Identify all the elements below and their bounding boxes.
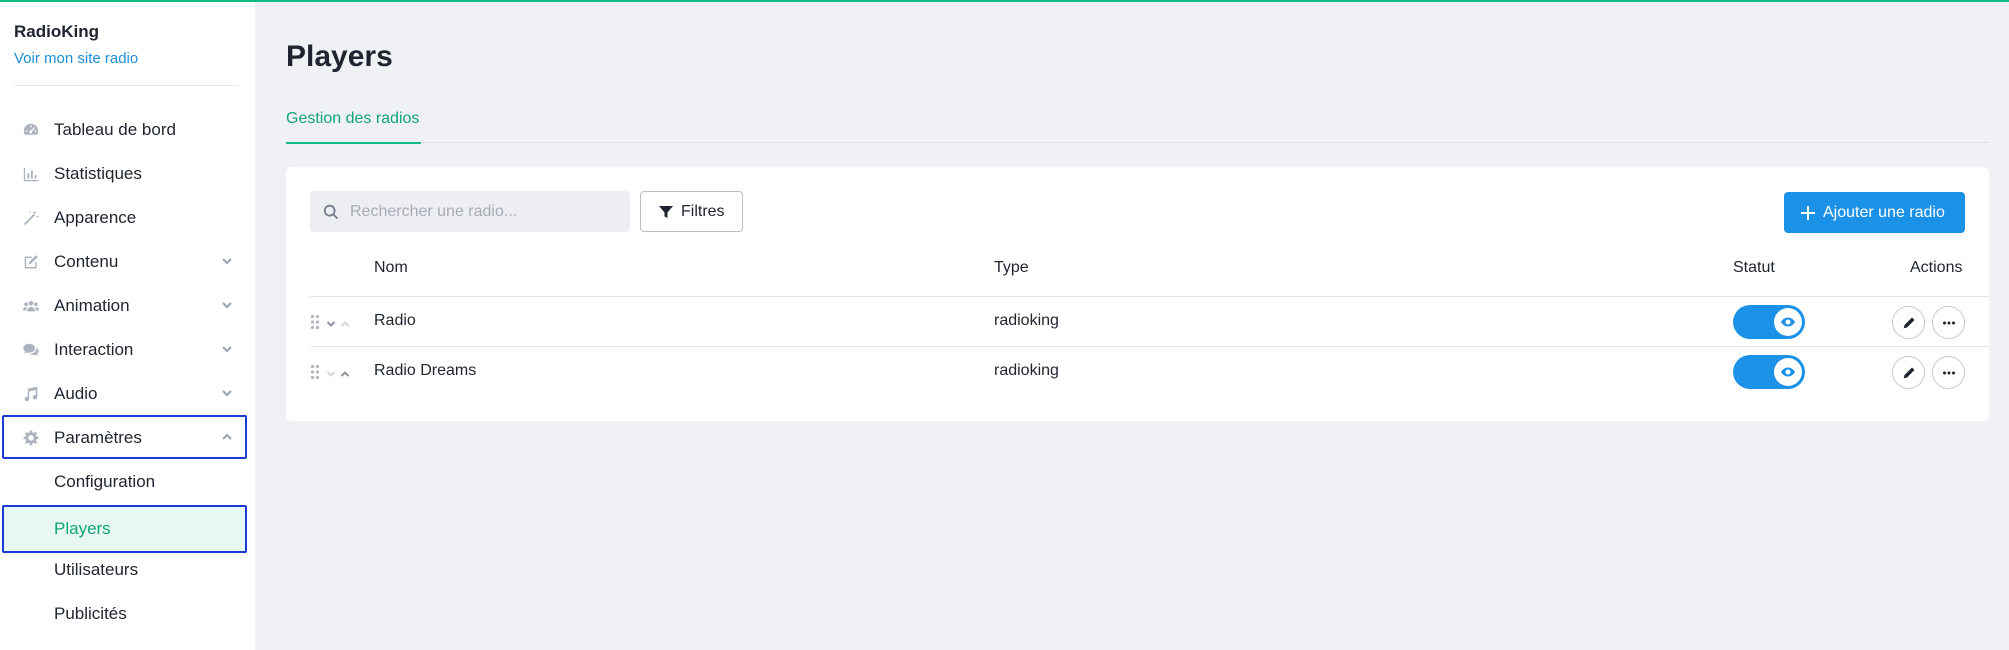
chevron-down-icon — [220, 386, 234, 400]
sidebar-item-label: Animation — [54, 296, 130, 315]
sidebar-item-label: Contenu — [54, 252, 119, 271]
sidebar-subitem-label: Configuration — [54, 472, 156, 491]
table-row: Radio Dreams radioking — [310, 347, 1989, 397]
search-field[interactable] — [310, 191, 630, 232]
add-radio-button-label: Ajouter une radio — [1823, 203, 1945, 221]
sidebar-item-label: Statistiques — [54, 164, 142, 183]
column-header-status: Statut — [1733, 259, 1775, 276]
drag-handle-icon[interactable] — [310, 364, 320, 380]
users-icon — [21, 296, 41, 316]
plus-icon — [1801, 205, 1815, 220]
filters-button-label: Filtres — [681, 202, 725, 220]
magic-wand-icon — [21, 208, 41, 228]
sidebar-subitem-label: Publicités — [54, 604, 127, 623]
radio-type: radioking — [994, 362, 1059, 379]
sidebar: RadioKing Voir mon site radio Tableau de… — [0, 0, 255, 650]
column-header-actions: Actions — [1910, 259, 1963, 276]
sidebar-item-tableau-de-bord[interactable]: Tableau de bord — [0, 108, 248, 152]
page-title: Players — [286, 40, 393, 73]
radio-type: radioking — [994, 312, 1059, 329]
brand: RadioKing Voir mon site radio — [14, 22, 138, 67]
more-actions-button[interactable] — [1932, 306, 1965, 339]
add-radio-button[interactable]: Ajouter une radio — [1784, 192, 1965, 233]
move-up-icon[interactable] — [340, 316, 350, 327]
sidebar-item-apparence[interactable]: Apparence — [0, 196, 248, 240]
highlight-players — [2, 505, 247, 553]
sidebar-subitem-configuration[interactable]: Configuration — [0, 460, 248, 504]
comments-icon — [21, 340, 41, 360]
sidebar-item-label: Interaction — [54, 340, 134, 359]
status-toggle[interactable] — [1733, 305, 1805, 339]
dashboard-icon — [21, 120, 41, 140]
move-down-icon[interactable] — [326, 366, 336, 377]
column-header-name: Nom — [374, 259, 408, 276]
pencil-icon — [1903, 367, 1914, 378]
eye-icon — [1774, 308, 1802, 336]
filter-icon — [658, 204, 674, 220]
sidebar-subitem-publicites[interactable]: Publicités — [0, 592, 248, 636]
search-input[interactable] — [350, 202, 620, 221]
chevron-down-icon — [220, 342, 234, 356]
table-row: Radio radioking — [310, 297, 1989, 347]
sidebar-item-label: Apparence — [54, 208, 137, 227]
chart-icon — [21, 164, 41, 184]
sidebar-item-label: Audio — [54, 384, 98, 403]
sidebar-divider — [14, 85, 238, 86]
sidebar-item-animation[interactable]: Animation — [0, 284, 248, 328]
sidebar-subitem-utilisateurs[interactable]: Utilisateurs — [0, 548, 248, 592]
chevron-down-icon — [220, 298, 234, 312]
music-icon — [21, 384, 41, 404]
filters-button[interactable]: Filtres — [640, 191, 743, 232]
eye-icon — [1774, 358, 1802, 386]
tab-bar: Gestion des radios — [286, 108, 1989, 144]
edit-button[interactable] — [1892, 306, 1925, 339]
sidebar-item-statistiques[interactable]: Statistiques — [0, 152, 248, 196]
ellipsis-icon — [1942, 371, 1955, 374]
ellipsis-icon — [1942, 321, 1955, 324]
more-actions-button[interactable] — [1932, 356, 1965, 389]
sidebar-item-label: Tableau de bord — [54, 120, 176, 139]
sidebar-subitem-label: Utilisateurs — [54, 560, 139, 579]
view-site-link[interactable]: Voir mon site radio — [14, 50, 138, 67]
radios-card: Filtres Ajouter une radio Nom Type Statu… — [286, 167, 1989, 421]
edit-icon — [21, 252, 41, 272]
search-icon — [322, 203, 340, 221]
top-accent-line — [0, 0, 2009, 2]
move-up-icon[interactable] — [340, 366, 350, 377]
sidebar-item-audio[interactable]: Audio — [0, 372, 248, 416]
chevron-down-icon — [220, 254, 234, 268]
tab-gestion-des-radios[interactable]: Gestion des radios — [286, 110, 422, 144]
highlight-parametres — [2, 415, 247, 459]
radio-name: Radio — [374, 312, 416, 329]
sidebar-item-interaction[interactable]: Interaction — [0, 328, 248, 372]
edit-button[interactable] — [1892, 356, 1925, 389]
column-header-type: Type — [994, 259, 1029, 276]
status-toggle[interactable] — [1733, 355, 1805, 389]
radio-name: Radio Dreams — [374, 362, 477, 379]
brand-name: RadioKing — [14, 22, 99, 41]
drag-handle-icon[interactable] — [310, 314, 320, 330]
sidebar-item-contenu[interactable]: Contenu — [0, 240, 248, 284]
move-down-icon[interactable] — [326, 316, 336, 327]
pencil-icon — [1903, 317, 1914, 328]
